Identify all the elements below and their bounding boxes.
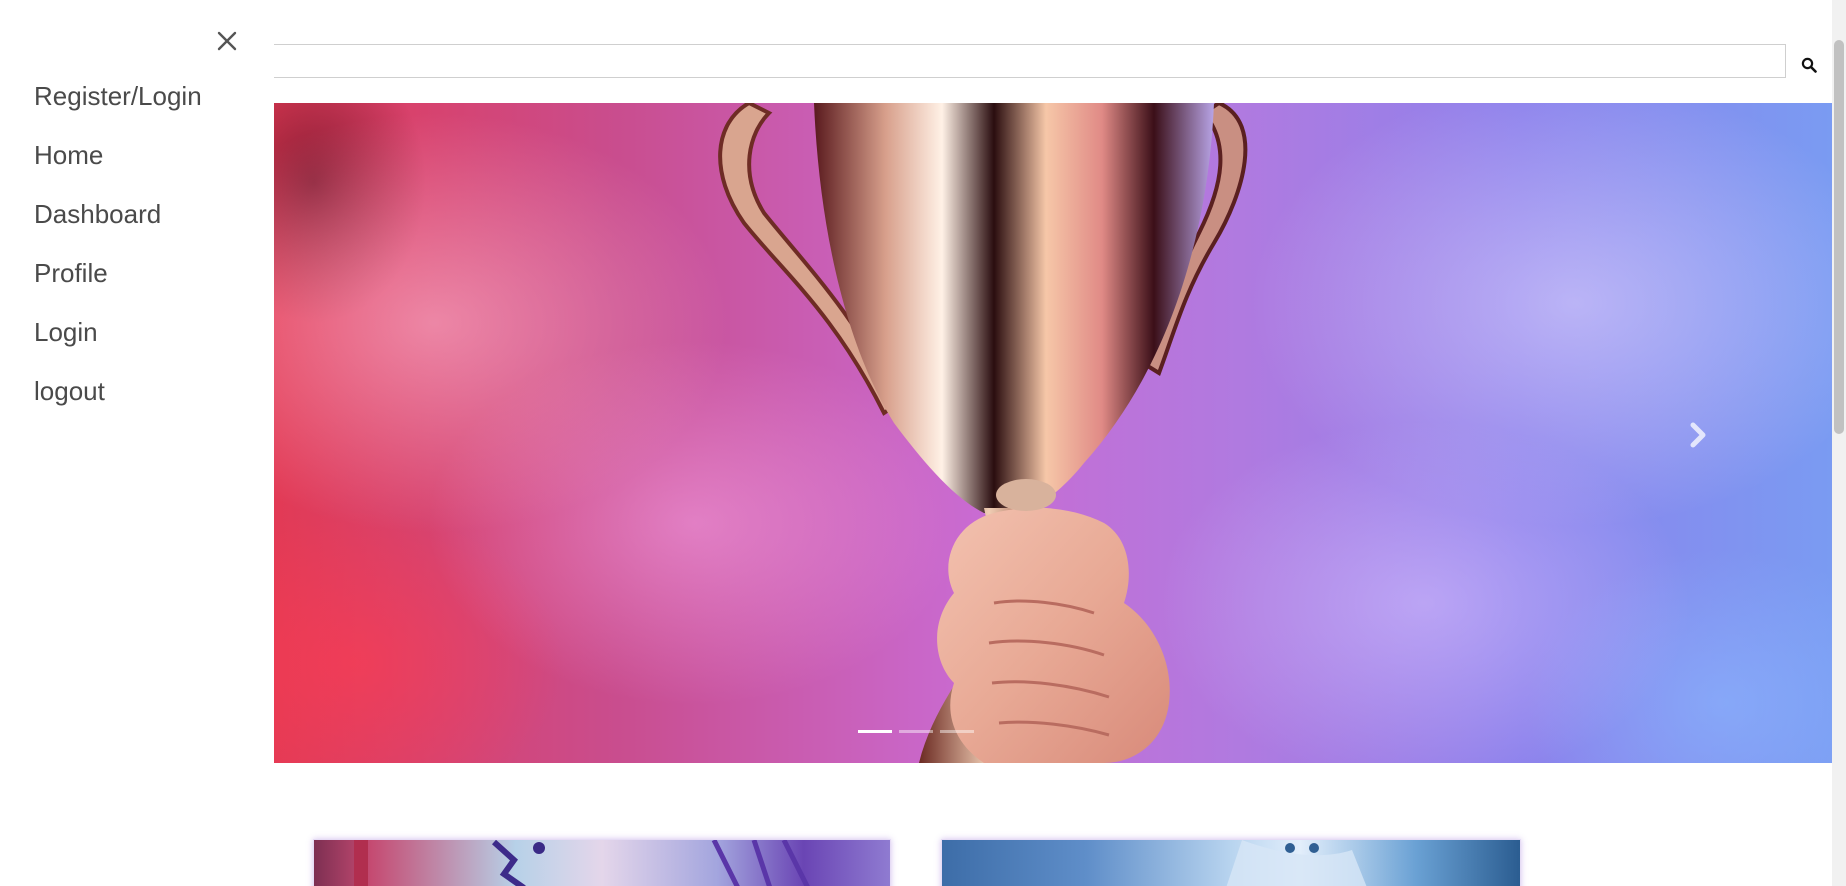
carousel-indicator-1[interactable] [858, 730, 892, 733]
nav-dashboard[interactable]: Dashboard [34, 196, 202, 255]
card-image-1 [354, 840, 810, 886]
nav-profile[interactable]: Profile [34, 255, 202, 314]
carousel-indicators [858, 730, 974, 733]
hero-carousel[interactable] [274, 103, 1832, 763]
drawer-nav: Register/Login Home Dashboard Profile Lo… [34, 78, 202, 432]
drawer-close-button[interactable] [212, 26, 242, 56]
search-icon [1801, 57, 1817, 73]
close-icon [217, 31, 237, 51]
search-input[interactable] [251, 45, 1785, 77]
carousel-indicator-2[interactable] [899, 730, 933, 733]
page-scrollbar-thumb[interactable] [1834, 40, 1844, 434]
page: Register/Login Home Dashboard Profile Lo… [0, 0, 1846, 886]
search-bar [250, 44, 1786, 78]
chevron-right-icon [1690, 422, 1706, 448]
trophy-image [718, 103, 1248, 763]
nav-home[interactable]: Home [34, 137, 202, 196]
nav-register-login[interactable]: Register/Login [34, 78, 202, 137]
game-card-2[interactable] [941, 839, 1521, 886]
nav-login[interactable]: Login [34, 314, 202, 373]
carousel-indicator-3[interactable] [940, 730, 974, 733]
card-image-2 [1226, 840, 1367, 886]
nav-logout[interactable]: logout [34, 373, 202, 432]
side-drawer: Register/Login Home Dashboard Profile Lo… [0, 0, 274, 886]
game-card-1[interactable] [313, 839, 891, 886]
search-button[interactable] [1796, 52, 1822, 78]
carousel-next-button[interactable] [1676, 413, 1720, 457]
